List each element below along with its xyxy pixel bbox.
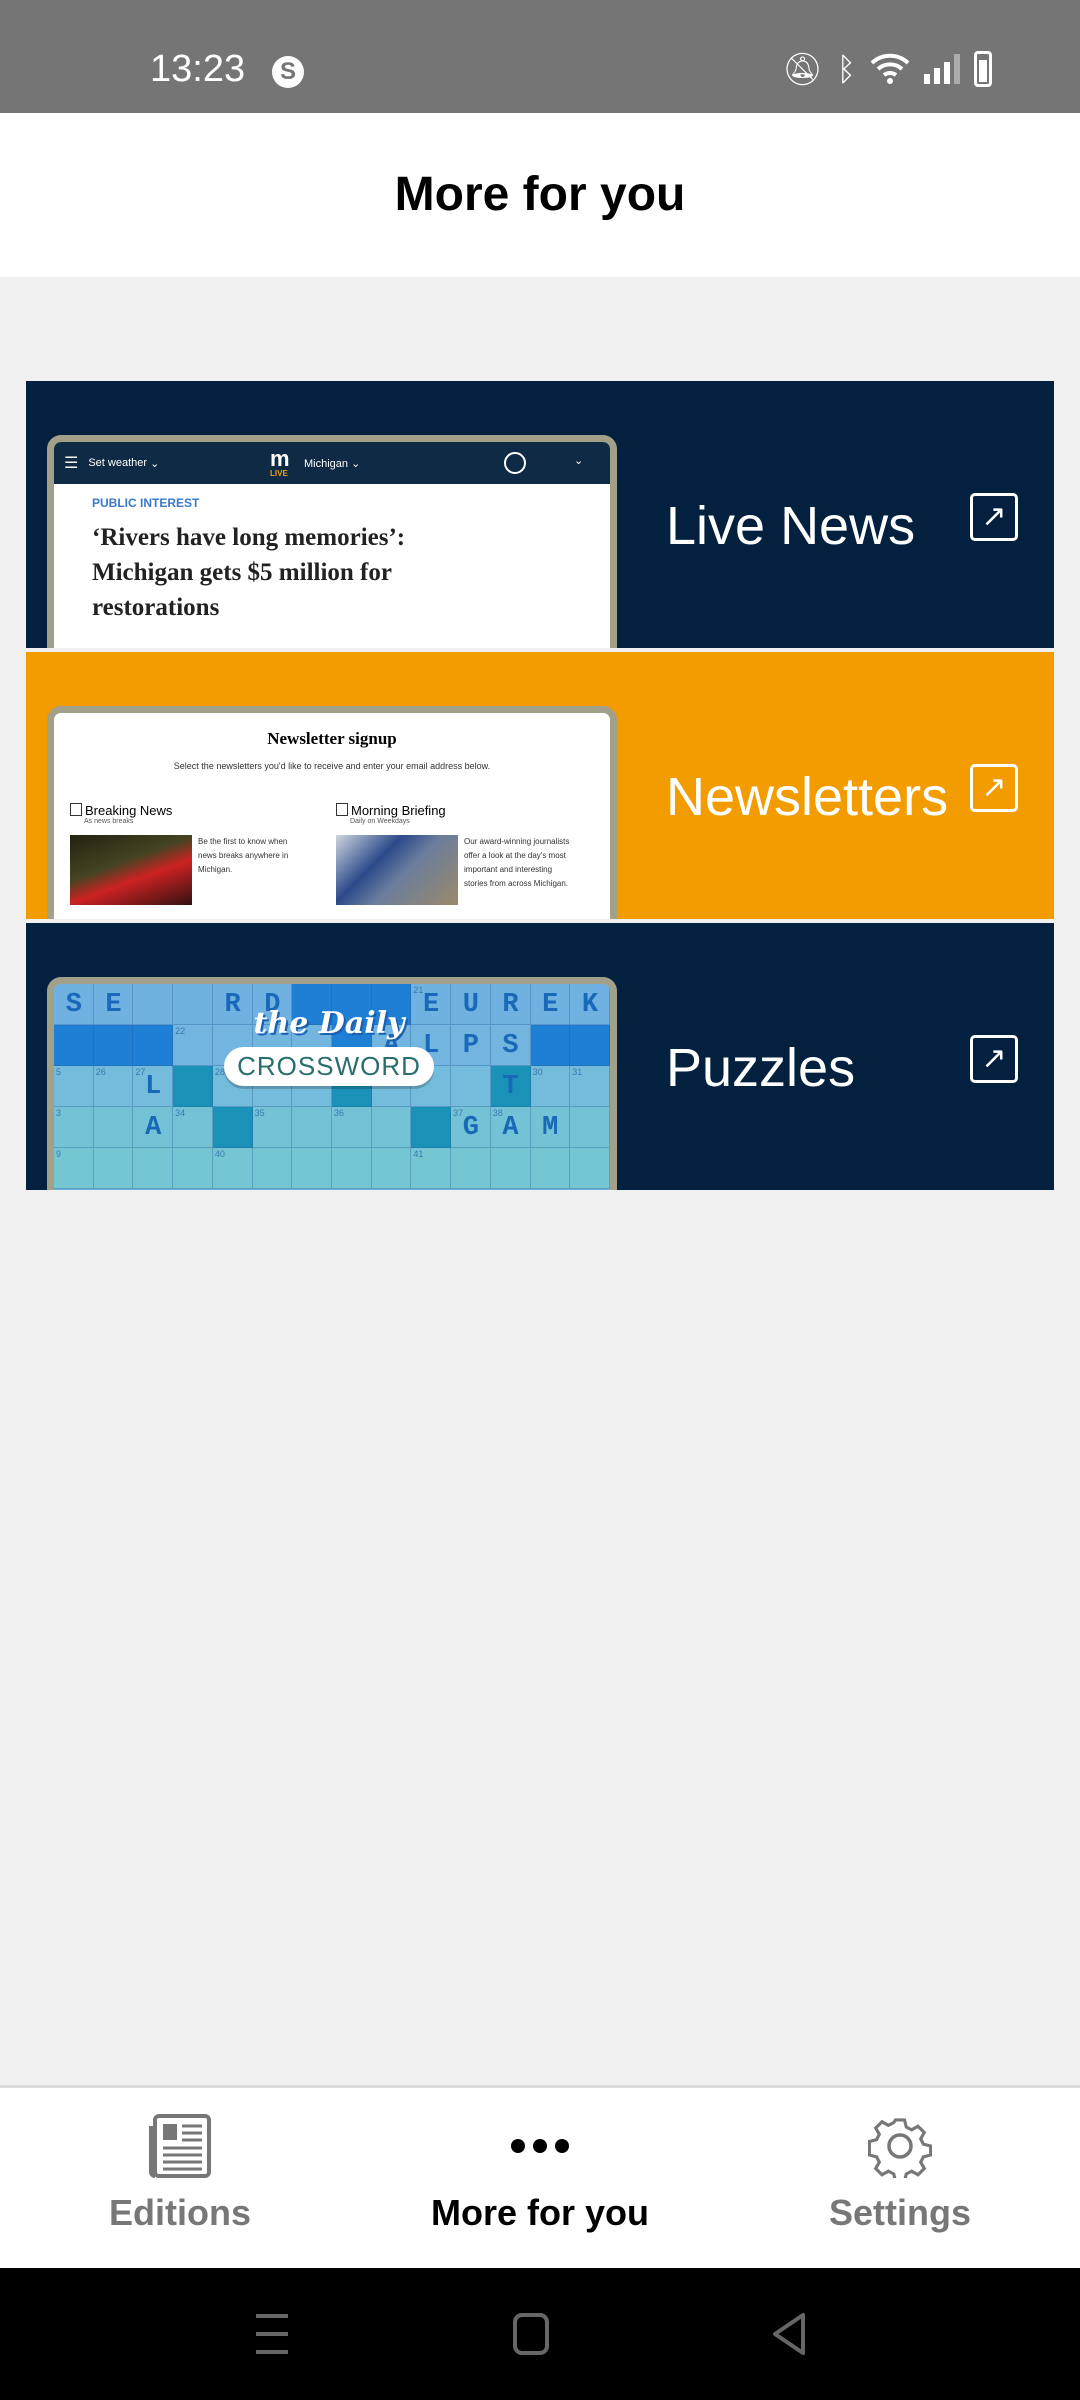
mlive-logo: m LIVE [270,446,290,478]
status-bar: 13:23 S 🔕︎ ᛒ [0,0,1080,113]
newspaper-icon [149,2114,211,2178]
card-label: Newsletters [666,767,949,827]
great-lakes-image [336,835,458,905]
live-news-thumbnail: ☰ Set weather ⌄ m LIVE Michigan ⌄ ⌄ PUBLI… [47,435,617,648]
crossword-row [54,1148,610,1189]
newsletters-card[interactable]: Newsletter signup Select the newsletters… [26,652,1054,919]
card-label: Live News [666,496,916,556]
tab-more-for-you[interactable]: More for you [360,2088,720,2268]
weather-text: Set weather [88,457,148,469]
tab-settings[interactable]: Settings [720,2088,1080,2268]
page-title: More for you [394,168,686,221]
puzzles-thumbnail: 21 22 5 26 27 28 30 31 3 34 35 36 37 38 9 40 41 SE RD EU… [47,977,617,1190]
external-link-icon[interactable]: ↗ [970,1035,1018,1083]
tab-editions[interactable]: Editions [0,2088,360,2268]
wifi-icon [870,53,910,84]
back-icon[interactable] [770,2312,808,2356]
external-link-icon[interactable]: ↗ [970,764,1018,812]
newsletter-item: Breaking News As news breaks Be the firs… [70,803,336,905]
gear-icon [868,2118,932,2178]
menu-icon: ☰ [64,455,79,472]
chevron-down-icon: ⌄ [574,455,584,467]
s-circle-icon: S [272,56,304,88]
newsletter-description: Be the first to know when news breaks an… [198,837,289,874]
daily-crossword-logo: the Daily CROSSWORD [224,1006,434,1086]
newsletter-frequency: Daily on Weekdays [350,818,410,825]
newsletter-subtitle: Select the newsletters you'd like to rec… [173,761,491,771]
article-kicker: PUBLIC INTEREST [92,496,200,510]
recents-icon[interactable] [252,2312,292,2356]
newsletter-frequency: As news breaks [84,818,134,825]
newsletter-title: Newsletter signup [267,729,397,748]
tab-label: Editions [109,2192,251,2233]
battery-icon [974,51,992,87]
card-label: Puzzles [666,1038,856,1098]
region-text: Michigan ⌄ [304,458,361,470]
newsletter-description: Our award-winning journalists offer a lo… [464,837,570,888]
external-link-icon[interactable]: ↗ [970,493,1018,541]
tab-label: More for you [430,2192,649,2233]
more-dots-icon [511,2139,569,2153]
tab-label: Settings [828,2192,971,2233]
status-time: 13:23 [150,48,246,90]
crossword-row: A GAM [65,1113,582,1143]
user-icon [504,452,526,474]
home-icon[interactable] [512,2312,550,2356]
page-header: More for you [0,113,1080,277]
live-news-card[interactable]: ☰ Set weather ⌄ m LIVE Michigan ⌄ ⌄ PUBLI… [26,381,1054,648]
newsletters-thumbnail: Newsletter signup Select the newsletters… [47,706,617,919]
night-traffic-image [70,835,192,905]
puzzles-card[interactable]: 21 22 5 26 27 28 30 31 3 34 35 36 37 38 9 40 41 SE RD EU… [26,923,1054,1190]
bluetooth-icon: ᛒ [836,50,856,87]
bottom-nav: Editions More for you Settings [0,2085,1080,2268]
newsletter-name: Breaking News [70,803,336,818]
article-headline: ‘Rivers have long memories’: Michigan ge… [92,524,406,621]
newsletter-name: Morning Briefing [336,803,602,818]
mute-icon: 🔕︎ [782,51,823,87]
newsletter-item: Morning Briefing Daily on Weekdays Our a… [336,803,602,905]
signal-icon [924,54,960,84]
system-nav-bar [0,2268,1080,2400]
